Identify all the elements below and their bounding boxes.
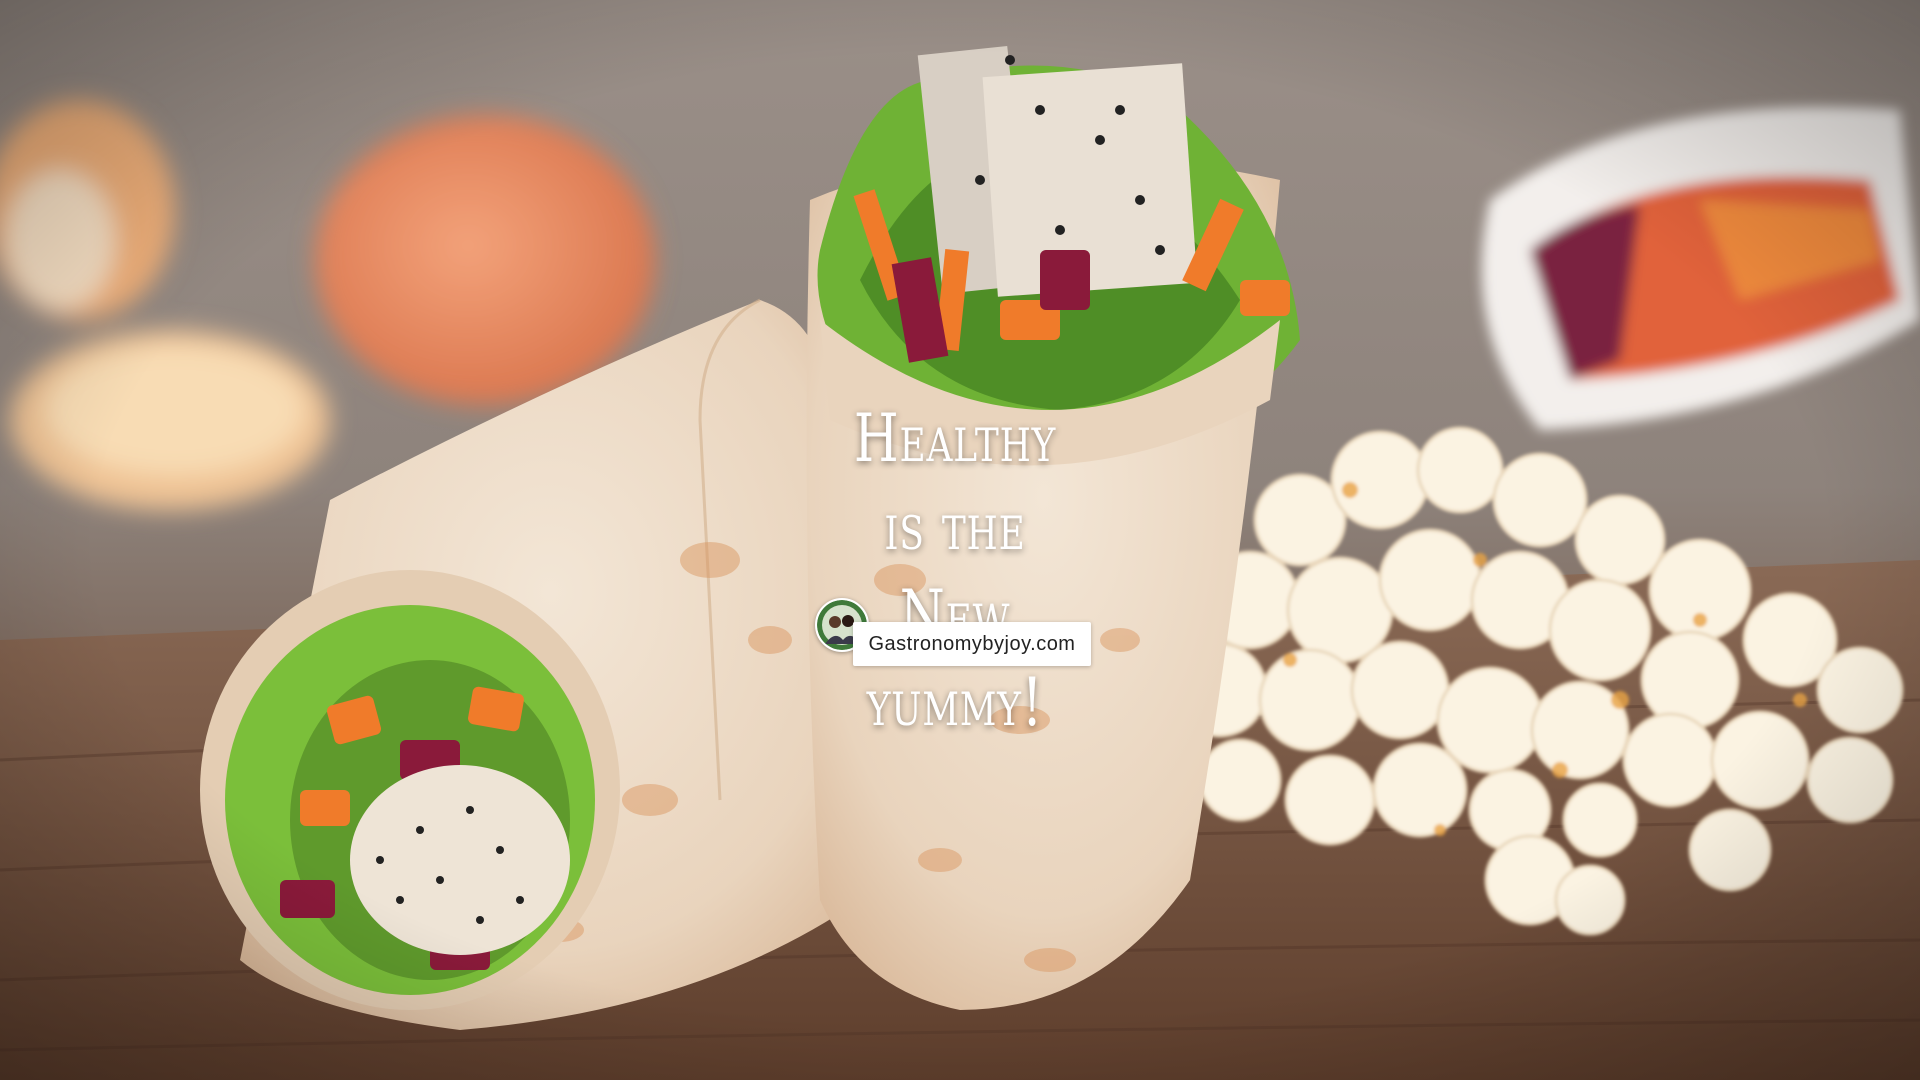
headline-overlay: Healthy is the New yummy! xyxy=(834,395,1076,747)
site-url-label[interactable]: Gastronomybyjoy.com xyxy=(853,622,1091,666)
headline-line-1: Healthy is the xyxy=(853,400,1057,565)
